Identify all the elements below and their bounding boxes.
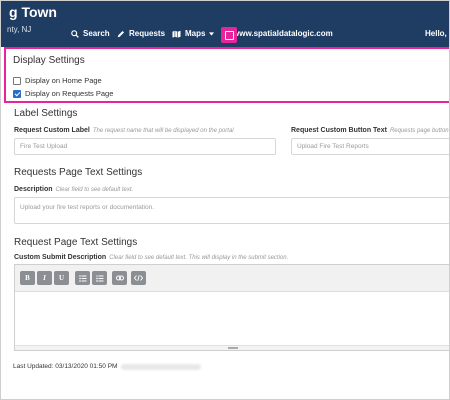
request-custom-label-heading: Request Custom Label The request name tha…: [14, 127, 234, 134]
underline-button[interactable]: U: [54, 271, 69, 285]
nav-requests-label: Requests: [129, 29, 166, 38]
description-textarea[interactable]: Upload your fire test reports or documen…: [14, 197, 449, 224]
pencil-icon: [117, 30, 125, 37]
last-updated-footer: Last Updated: 03/13/2020 01:50 PM: [13, 363, 202, 370]
bold-button[interactable]: B: [20, 271, 35, 285]
nav-maps-label: Maps: [185, 29, 206, 38]
bullet-list-button[interactable]: [75, 271, 90, 285]
label-settings-title: Label Settings: [14, 108, 78, 119]
callout-number-icon: [224, 30, 234, 40]
code-view-button[interactable]: [131, 271, 146, 285]
display-home-page-checkbox[interactable]: [13, 76, 21, 85]
request-custom-label-hint: The request name that will be displayed …: [92, 128, 234, 134]
nav-search-link[interactable]: Search: [71, 29, 110, 38]
description-label: Description: [14, 186, 53, 193]
numbered-list-icon: [95, 274, 103, 282]
bullet-list-icon: [78, 274, 86, 282]
user-greeting[interactable]: Hello, M: [425, 29, 449, 38]
submit-description-heading: Custom Submit Description Clear field to …: [14, 254, 288, 261]
request-custom-button-hint: Requests page button: [389, 128, 449, 134]
display-requests-page-option[interactable]: Display on Requests Page: [13, 89, 113, 98]
display-settings-title: Display Settings: [13, 55, 85, 66]
numbered-list-button[interactable]: [92, 271, 107, 285]
description-heading: Description Clear field to see default te…: [14, 186, 133, 193]
caret-down-icon: [209, 31, 215, 36]
brand-subtitle: nty, NJ: [7, 25, 32, 34]
redacted-user-name: [121, 363, 202, 370]
nav-requests-link[interactable]: Requests: [117, 29, 165, 38]
annotation-callout-badge: [221, 27, 237, 43]
request-custom-label-text: Request Custom Label: [14, 127, 90, 134]
editor-resize-bar[interactable]: [15, 345, 449, 350]
page-frame: g Town nty, NJ Search Requests Maps www.…: [0, 0, 450, 400]
description-hint: Clear field to see default text.: [55, 187, 134, 193]
request-custom-button-input[interactable]: Upload Fire Test Reports: [291, 138, 449, 155]
code-icon: [134, 275, 143, 281]
top-navbar: g Town nty, NJ Search Requests Maps www.…: [1, 1, 449, 47]
nav-maps-dropdown[interactable]: Maps: [172, 29, 215, 38]
request-custom-label-input[interactable]: Fire Test Upload: [14, 138, 276, 155]
submit-description-label: Custom Submit Description: [14, 254, 107, 261]
nav-search-label: Search: [83, 29, 110, 38]
italic-button[interactable]: I: [37, 271, 52, 285]
site-url-link[interactable]: www.spatialdatalogic.com: [233, 29, 333, 38]
link-button[interactable]: [112, 271, 127, 285]
request-custom-button-heading: Request Custom Button Text Requests page …: [291, 127, 449, 134]
display-requests-page-checkbox[interactable]: [13, 89, 21, 98]
last-updated-text: Last Updated: 03/13/2020 01:50 PM: [13, 363, 118, 370]
search-icon: [71, 29, 79, 38]
link-icon: [115, 275, 124, 281]
brand-title[interactable]: g Town: [9, 4, 57, 20]
editor-toolbar: B I U: [15, 265, 449, 292]
submit-description-hint: Clear field to see default text. This wi…: [109, 255, 289, 261]
map-icon: [172, 30, 181, 38]
display-home-page-label: Display on Home Page: [25, 76, 102, 85]
request-page-text-title: Request Page Text Settings: [14, 237, 138, 248]
display-home-page-option[interactable]: Display on Home Page: [13, 76, 102, 85]
requests-page-text-title: Requests Page Text Settings: [14, 167, 143, 178]
rich-text-editor[interactable]: B I U: [14, 264, 449, 351]
request-custom-button-text: Request Custom Button Text: [291, 127, 387, 134]
display-requests-page-label: Display on Requests Page: [25, 89, 114, 98]
resize-grip-icon: [228, 347, 238, 349]
